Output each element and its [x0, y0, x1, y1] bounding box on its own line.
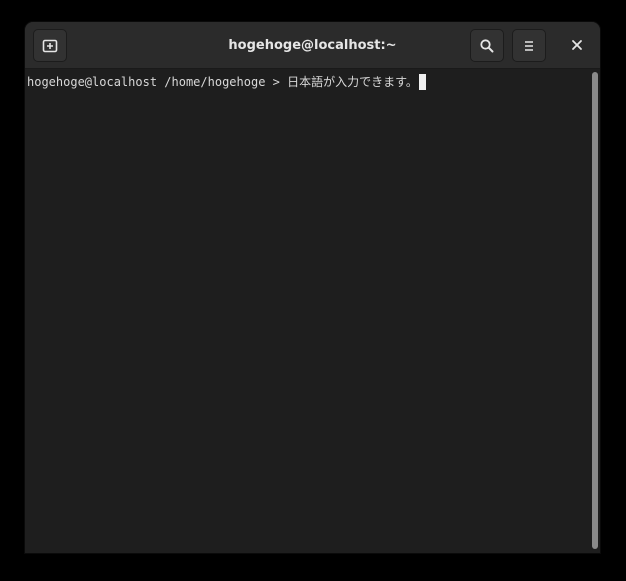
terminal-input-text: 日本語が入力できます。 [287, 75, 418, 89]
terminal-line: hogehoge@localhost /home/hogehoge > 日本語が… [27, 73, 426, 91]
terminal-content[interactable]: hogehoge@localhost /home/hogehoge > 日本語が… [25, 70, 588, 553]
terminal-window: hogehoge@localhost:~ hogehoge@localhost … [25, 22, 600, 553]
scrollbar[interactable] [588, 70, 600, 553]
headerbar: hogehoge@localhost:~ [25, 22, 600, 69]
hamburger-menu-icon [521, 38, 537, 54]
scrollbar-thumb[interactable] [592, 72, 598, 549]
close-icon [571, 36, 583, 55]
text-cursor [418, 74, 426, 90]
search-button[interactable] [470, 29, 504, 62]
shell-prompt: hogehoge@localhost /home/hogehoge > [27, 75, 288, 89]
close-button[interactable] [561, 29, 593, 62]
window-title: hogehoge@localhost:~ [228, 38, 397, 53]
search-icon [479, 38, 495, 54]
new-tab-button[interactable] [33, 29, 67, 62]
new-tab-icon [42, 38, 58, 54]
menu-button[interactable] [512, 29, 546, 62]
